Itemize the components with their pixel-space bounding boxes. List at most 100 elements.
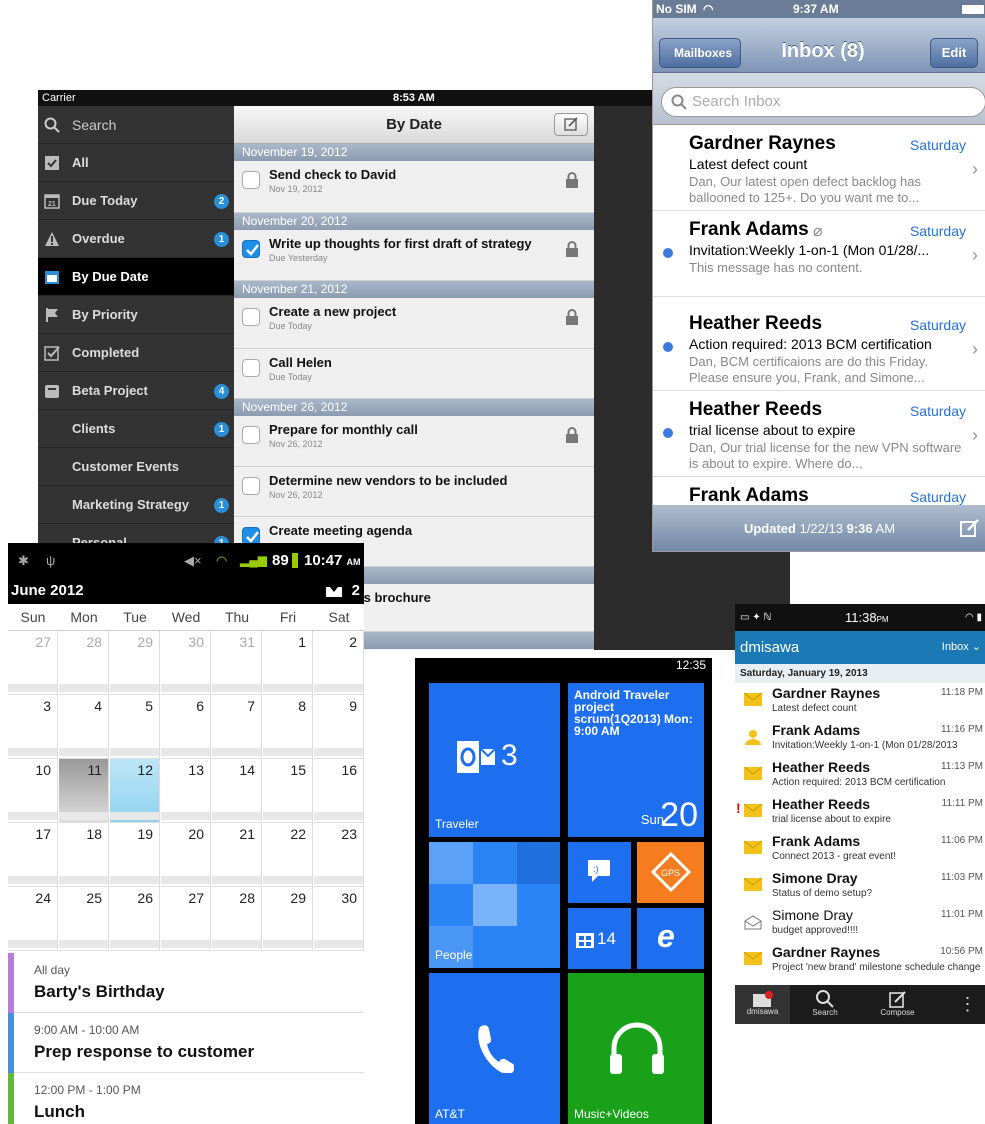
calendar-day-cell[interactable]: 27 — [8, 631, 58, 695]
account-tab[interactable]: dmisawa — [735, 985, 790, 1024]
sidebar-item-completed[interactable]: Completed — [38, 334, 234, 372]
sidebar-item-due-today[interactable]: 21 Due Today 2 — [38, 182, 234, 220]
edit-button[interactable]: Edit — [930, 38, 978, 68]
store-tile[interactable]: 14 — [568, 908, 631, 969]
gps-tile[interactable]: GPS — [637, 842, 704, 903]
task-row[interactable]: Prepare for monthly call Nov 26, 2012 — [234, 416, 594, 467]
task-checkbox[interactable] — [242, 359, 260, 377]
mail-row[interactable]: Heather Reeds Saturday trial license abo… — [653, 391, 985, 477]
calendar-day-cell[interactable]: 13 — [161, 759, 211, 823]
sidebar-item-by-priority[interactable]: By Priority — [38, 296, 234, 334]
calendar-day-cell[interactable]: 29 — [110, 631, 160, 695]
calendar-day-cell[interactable]: 6 — [161, 695, 211, 759]
mailboxes-back-button[interactable]: Mailboxes — [659, 38, 742, 68]
event-row[interactable]: 9:00 AM - 10:00 AM Prep response to cust… — [8, 1013, 364, 1073]
mail-row[interactable]: ! Heather Reeds 11:11 PM trial license a… — [735, 794, 985, 831]
calendar-day-cell[interactable]: 23 — [314, 823, 364, 887]
calendar-day-cell[interactable]: 11 — [59, 759, 109, 823]
phone-tile[interactable]: AT&T — [429, 973, 560, 1124]
calendar-day-cell[interactable]: 5 — [110, 695, 160, 759]
mail-time: 11:13 PM — [940, 761, 983, 772]
calendar-day-cell[interactable]: 15 — [263, 759, 313, 823]
search-button[interactable]: Search — [800, 985, 850, 1024]
event-row[interactable]: 12:00 PM - 1:00 PM Lunch — [8, 1073, 364, 1124]
calendar-day-cell[interactable]: 30 — [161, 631, 211, 695]
calendar-day-cell[interactable]: 8 — [263, 695, 313, 759]
calendar-day-cell[interactable]: 26 — [110, 887, 160, 951]
compose-icon[interactable] — [960, 518, 980, 538]
calendar-day-cell[interactable]: 19 — [110, 823, 160, 887]
compose-button[interactable] — [554, 113, 588, 136]
task-checkbox-checked[interactable] — [242, 240, 260, 258]
sidebar-item-by-due-date[interactable]: By Due Date — [38, 258, 234, 296]
calendar-day-cell[interactable]: 31 — [212, 631, 262, 695]
calendar-day-cell[interactable]: 27 — [161, 887, 211, 951]
signal-icon: ▂▄▆ — [240, 553, 267, 567]
day-number: 29 — [290, 890, 306, 906]
mail-row[interactable]: Heather Reeds 11:13 PM Action required: … — [735, 757, 985, 794]
calendar-day-cell[interactable]: 16 — [314, 759, 364, 823]
task-checkbox[interactable] — [242, 477, 260, 495]
calendar-tile[interactable]: Android Traveler project scrum(1Q2013) M… — [568, 683, 704, 837]
sidebar-item-overdue[interactable]: Overdue 1 — [38, 220, 234, 258]
task-row[interactable]: Write up thoughts for first draft of str… — [234, 230, 594, 281]
calendar-day-cell[interactable]: 29 — [263, 887, 313, 951]
traveler-tile[interactable]: 3 Traveler — [429, 683, 560, 837]
overflow-menu-icon[interactable]: ⋮ — [955, 985, 980, 1024]
calendar-day-cell[interactable]: 14 — [212, 759, 262, 823]
calendar-day-cell[interactable]: 7 — [212, 695, 262, 759]
task-checkbox[interactable] — [242, 171, 260, 189]
compose-button[interactable]: Compose — [870, 985, 925, 1024]
search-input[interactable]: Search Inbox — [661, 87, 985, 117]
calendar-day-cell[interactable]: 1 — [263, 631, 313, 695]
calendar-day-cell[interactable]: 21 — [212, 823, 262, 887]
calendar-day-cell[interactable]: 9 — [314, 695, 364, 759]
mail-row[interactable]: Gardner Raynes 11:18 PM Latest defect co… — [735, 683, 985, 720]
calendar-day-cell[interactable]: 4 — [59, 695, 109, 759]
sidebar-item-customer-events[interactable]: Customer Events — [38, 448, 234, 486]
task-row[interactable]: Determine new vendors to be included Nov… — [234, 467, 594, 517]
mail-row[interactable]: Frank Adams ⌀ Saturday Invitation:Weekly… — [653, 211, 985, 297]
mail-toolbar: Updated 1/22/13 9:36 AM — [653, 505, 985, 551]
calendar-day-cell[interactable]: 28 — [212, 887, 262, 951]
messaging-tile[interactable]: :) — [568, 842, 631, 903]
sidebar-item-all[interactable]: All — [38, 144, 234, 182]
calendar-day-cell[interactable]: 20 — [161, 823, 211, 887]
inbox-download-icon[interactable] — [324, 581, 344, 599]
calendar-day-cell[interactable]: 24 — [8, 887, 58, 951]
calendar-day-cell[interactable]: 30 — [314, 887, 364, 951]
task-checkbox[interactable] — [242, 308, 260, 326]
calendar-day-cell[interactable]: 22 — [263, 823, 313, 887]
calendar-day-cell[interactable]: 10 — [8, 759, 58, 823]
sidebar-item-marketing-strategy[interactable]: Marketing Strategy 1 — [38, 486, 234, 524]
calendar-day-cell[interactable]: 2 — [314, 631, 364, 695]
task-row[interactable]: Create a new project Due Today — [234, 298, 594, 349]
sidebar-item-clients[interactable]: Clients 1 — [38, 410, 234, 448]
flag-icon — [44, 307, 60, 323]
music-videos-tile[interactable]: Music+Videos — [568, 973, 704, 1124]
folder-dropdown[interactable]: Inbox ⌄ — [942, 631, 981, 664]
event-row[interactable]: All day Barty's Birthday — [8, 953, 364, 1013]
mail-row[interactable]: Gardner Raynes Saturday Latest defect co… — [653, 125, 985, 211]
people-tile[interactable]: People — [429, 842, 560, 968]
sidebar-item-beta-project[interactable]: Beta Project 4 — [38, 372, 234, 410]
task-checkbox[interactable] — [242, 426, 260, 444]
calendar-day-cell[interactable]: 28 — [59, 631, 109, 695]
mail-row[interactable]: Gardner Raynes 10:56 PM Project 'new bra… — [735, 942, 985, 979]
task-row[interactable]: Call Helen Due Today — [234, 349, 594, 399]
sidebar-search[interactable]: Search — [38, 106, 234, 144]
internet-explorer-tile[interactable]: e — [637, 908, 704, 969]
envelope-icon — [744, 878, 762, 891]
mail-row[interactable]: Frank Adams 11:16 PM Invitation:Weekly 1… — [735, 720, 985, 757]
mail-row[interactable]: Heather Reeds Saturday Action required: … — [653, 305, 985, 391]
calendar-day-cell[interactable]: 25 — [59, 887, 109, 951]
task-row[interactable]: Send check to David Nov 19, 2012 — [234, 161, 594, 213]
mail-row[interactable]: Simone Dray 11:01 PM budget approved!!!! — [735, 905, 985, 942]
mail-row[interactable]: Simone Dray 11:03 PM Status of demo setu… — [735, 868, 985, 905]
calendar-day-cell[interactable]: 17 — [8, 823, 58, 887]
calendar-day-cell[interactable]: 12 — [110, 759, 160, 823]
calendar-day-cell[interactable]: 3 — [8, 695, 58, 759]
mail-row[interactable]: Frank Adams 11:06 PM Connect 2013 - grea… — [735, 831, 985, 868]
calendar-day-cell[interactable]: 18 — [59, 823, 109, 887]
month-title[interactable]: June 2012 — [11, 578, 84, 604]
